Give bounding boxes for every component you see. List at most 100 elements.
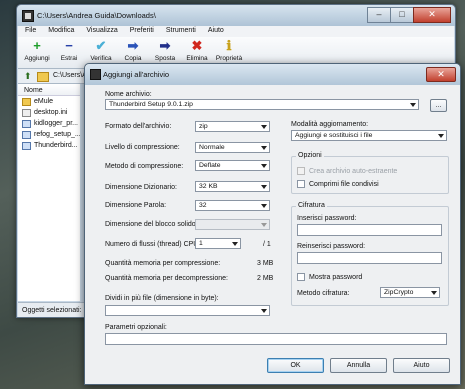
password-repeat-label: Reinserisci password:	[297, 243, 366, 250]
menu-preferiti[interactable]: Preferiti	[123, 26, 159, 37]
chevron-down-icon	[431, 291, 437, 295]
close-button[interactable]: ✕	[413, 7, 451, 23]
update-mode-value: Aggiungi e sostituisci i file	[295, 132, 373, 139]
file-row[interactable]: desktop.ini	[18, 107, 80, 118]
add-icon: +	[33, 38, 41, 53]
parameters-label: Parametri opzionali:	[105, 324, 167, 331]
word-size-label: Dimensione Parola:	[105, 202, 167, 209]
archive-name-combo[interactable]: Thunderbird Setup 9.0.1.zip	[105, 99, 419, 110]
7zip-dialog-icon	[90, 69, 101, 80]
file-name: kidlogger_pr...	[34, 120, 78, 127]
encryption-method-select[interactable]: ZipCrypto	[380, 287, 440, 298]
memory-compression-value: 3 MB	[257, 260, 274, 267]
level-select[interactable]: Normale	[195, 142, 270, 153]
update-mode-label: Modalità aggiornamento:	[291, 121, 369, 128]
file-name: Thunderbird...	[34, 142, 78, 149]
chevron-down-icon	[261, 185, 267, 189]
memory-decompression-value: 2 MB	[257, 275, 274, 282]
toolbar-label: Aggiungi	[24, 55, 50, 62]
file-row[interactable]: Thunderbird...	[18, 140, 80, 151]
toolbar-estrai-button[interactable]: − Estrai	[53, 37, 85, 68]
help-button[interactable]: Aiuto	[393, 358, 450, 373]
7zip-app-icon	[22, 10, 34, 22]
file-name: eMule	[34, 98, 54, 105]
dictionary-select[interactable]: 32 KB	[195, 181, 270, 192]
encryption-method-value: ZipCrypto	[384, 289, 414, 296]
file-list: Nome eMule desktop.ini kidlogger_pr...refo…	[18, 84, 80, 301]
chevron-down-icon	[261, 309, 267, 313]
split-volume-combo[interactable]	[105, 305, 270, 316]
encryption-method-label: Metodo cifratura:	[297, 290, 350, 297]
chevron-down-icon	[261, 204, 267, 208]
chevron-down-icon	[261, 164, 267, 168]
menu-visualizza[interactable]: Visualizza	[79, 26, 122, 37]
method-select[interactable]: Deflate	[195, 160, 270, 171]
chevron-down-icon	[438, 134, 444, 138]
threads-label: Numero di flussi (thread) CPU:	[105, 241, 201, 248]
memory-compression-label: Quantità memoria per compressione:	[105, 260, 221, 267]
chevron-down-icon	[261, 125, 267, 129]
dialog-title: Aggiungi all'archivio	[103, 70, 170, 79]
archive-name-value: Thunderbird Setup 9.0.1.zip	[109, 101, 193, 108]
format-select[interactable]: zip	[195, 121, 270, 132]
checkbox-icon	[297, 180, 305, 188]
password-repeat-input[interactable]	[297, 252, 442, 264]
main-titlebar: C:\Users\Andrea Guida\Downloads\ – □ ✕	[17, 5, 455, 26]
file-row[interactable]: kidlogger_pr...	[18, 118, 80, 129]
verify-icon: ✔	[95, 38, 107, 53]
cancel-button[interactable]: Annulla	[330, 358, 387, 373]
encryption-group: Cifratura Inserisci password: Reinserisc…	[291, 202, 449, 306]
column-header-name[interactable]: Nome	[18, 84, 80, 96]
menu-file[interactable]: File	[18, 26, 41, 37]
show-password-checkbox[interactable]: Mostra password	[297, 273, 362, 281]
memory-decompression-label: Quantità memoria per decompressione:	[105, 275, 228, 282]
sfx-checkbox[interactable]: Crea archivio auto-estraente	[297, 167, 397, 175]
folder-icon	[37, 72, 49, 82]
password-input[interactable]	[297, 224, 442, 236]
menu-aiuto[interactable]: Aiuto	[201, 26, 229, 37]
extract-icon: −	[65, 38, 73, 53]
split-volume-label: Dividi in più file (dimensione in byte):	[105, 295, 219, 302]
dialog-titlebar: Aggiungi all'archivio ✕	[85, 64, 460, 85]
file-row[interactable]: eMule	[18, 96, 80, 107]
add-to-archive-dialog: Aggiungi all'archivio ✕ Nome archivio: T…	[84, 63, 461, 385]
maximize-button[interactable]: □	[390, 7, 414, 23]
file-icon	[22, 108, 31, 117]
archive-name-label: Nome archivio:	[105, 91, 152, 98]
toolbar-label: Verifica	[90, 55, 112, 62]
word-size-select[interactable]: 32	[195, 200, 270, 211]
show-password-label: Mostra password	[309, 273, 363, 281]
file-row[interactable]: refog_setup_...	[18, 129, 80, 140]
move-icon: ➡	[159, 38, 171, 53]
chevron-down-icon	[232, 242, 238, 246]
executable-icon	[22, 119, 31, 128]
main-window-title: C:\Users\Andrea Guida\Downloads\	[37, 11, 156, 20]
shared-files-checkbox[interactable]: Comprimi file condivisi	[297, 180, 379, 188]
parameters-input[interactable]	[105, 333, 447, 345]
checkbox-icon	[297, 273, 305, 281]
format-label: Formato dell'archivio:	[105, 123, 172, 130]
word-size-value: 32	[199, 202, 207, 209]
delete-icon: ✖	[191, 38, 203, 53]
encryption-group-label: Cifratura	[296, 202, 327, 209]
browse-button[interactable]: ...	[430, 99, 447, 112]
update-mode-select[interactable]: Aggiungi e sostituisci i file	[291, 130, 447, 141]
options-group: Opzioni Crea archivio auto-estraente Com…	[291, 152, 449, 194]
threads-select[interactable]: 1	[195, 238, 241, 249]
folder-icon	[22, 97, 31, 106]
dialog-close-button[interactable]: ✕	[426, 67, 456, 82]
menu-modifica[interactable]: Modifica	[41, 26, 79, 37]
ok-button[interactable]: OK	[267, 358, 324, 373]
solid-block-select[interactable]	[195, 219, 270, 230]
file-name: desktop.ini	[34, 109, 68, 116]
level-label: Livello di compressione:	[105, 144, 180, 151]
chevron-down-icon	[261, 146, 267, 150]
toolbar-aggiungi-button[interactable]: + Aggiungi	[21, 37, 53, 68]
up-folder-icon[interactable]: ⬆	[24, 71, 32, 82]
minimize-button[interactable]: –	[367, 7, 391, 23]
toolbar-label: Copia	[124, 55, 142, 62]
toolbar-label: Elimina	[186, 55, 208, 62]
password-label: Inserisci password:	[297, 215, 357, 222]
menu-strumenti[interactable]: Strumenti	[159, 26, 201, 37]
toolbar-label: Estrai	[60, 55, 78, 62]
